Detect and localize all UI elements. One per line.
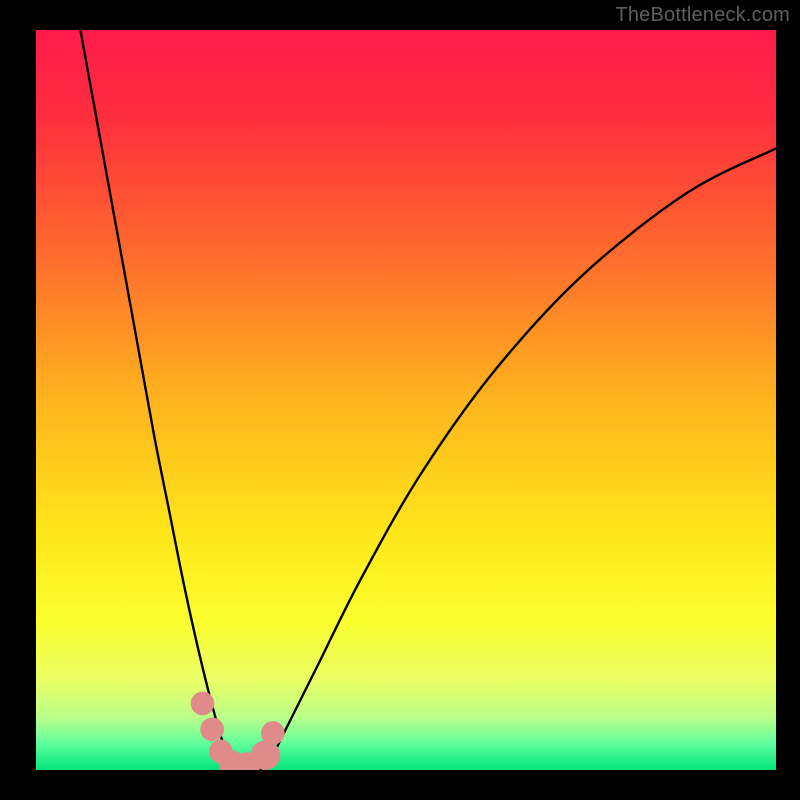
marker-dot [200,717,224,741]
bottleneck-curve [80,30,776,770]
marker-dot [191,692,215,716]
curve-markers [191,692,285,770]
marker-dot [261,721,285,745]
chart-frame: TheBottleneck.com [0,0,800,800]
curve-layer [36,30,776,770]
marker-dot [251,740,281,770]
plot-area [36,30,776,770]
watermark-text: TheBottleneck.com [615,4,790,27]
